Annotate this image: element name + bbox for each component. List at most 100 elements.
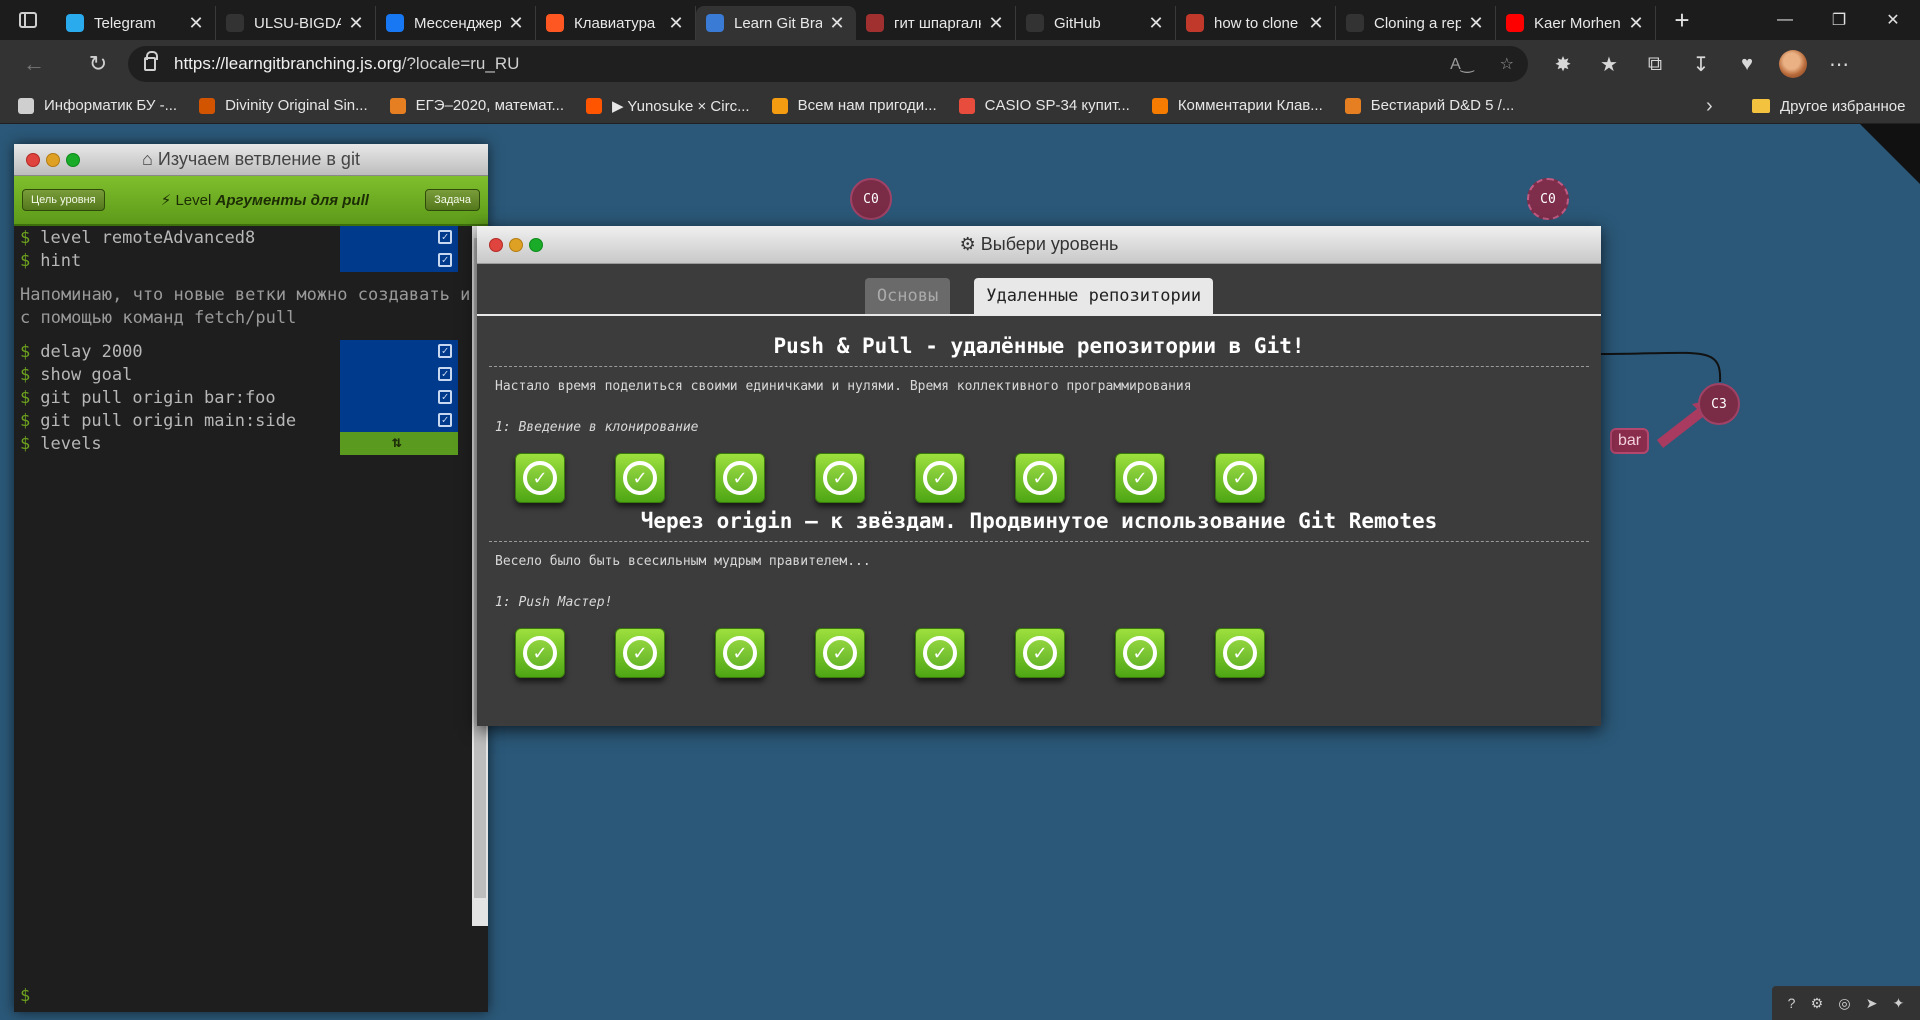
level-button[interactable]: ✓	[1015, 453, 1065, 503]
more-menu-icon[interactable]: ⋯	[1816, 40, 1862, 88]
close-window-button[interactable]: ✕	[1866, 0, 1920, 40]
level-button[interactable]: ✓	[1115, 453, 1165, 503]
bookmark-item[interactable]: Комментарии Клав...	[1151, 97, 1323, 114]
close-dot[interactable]	[489, 238, 503, 252]
tab-close-icon[interactable]: ✕	[347, 13, 365, 34]
tab-close-icon[interactable]: ✕	[1627, 13, 1645, 34]
command-status: ✓	[340, 226, 458, 249]
extensions-icon[interactable]: ✸	[1540, 40, 1586, 88]
command-text: delay 2000	[40, 341, 143, 362]
browser-tab[interactable]: Telegram ✕	[56, 6, 216, 40]
browser-tab[interactable]: Kaer Morhen ✕	[1496, 6, 1656, 40]
commit-node[interactable]: C3	[1698, 383, 1740, 425]
bookmark-item[interactable]: ЕГЭ–2020, математ...	[389, 97, 564, 114]
bookmark-item[interactable]: Divinity Original Sin...	[199, 97, 368, 114]
level-goal-button[interactable]: Цель уровня	[22, 189, 105, 211]
command-row: $ level remoteAdvanced8 ✓	[14, 226, 488, 249]
level-button[interactable]: ✓	[915, 453, 965, 503]
level-button[interactable]: ✓	[1215, 628, 1265, 678]
terminal-output: $ level remoteAdvanced8 ✓ $ hint ✓ Напоминаю,…	[14, 226, 488, 1012]
globe-icon[interactable]: ◎	[1838, 995, 1850, 1012]
collections-icon[interactable]: ⧉	[1632, 40, 1678, 88]
browser-tab[interactable]: Клавиатура ✕	[536, 6, 696, 40]
level-button[interactable]: ✓	[1015, 628, 1065, 678]
dialog-window-dots	[489, 238, 543, 252]
level-button[interactable]: ✓	[815, 453, 865, 503]
tab-close-icon[interactable]: ✕	[987, 13, 1005, 34]
other-bookmarks-label: Другое избранное	[1780, 97, 1906, 115]
restore-button[interactable]: ❐	[1812, 0, 1866, 40]
profile-button[interactable]	[1770, 40, 1816, 88]
checkbox-icon: ✓	[438, 367, 452, 381]
browser-tab[interactable]: how to clone ✕	[1176, 6, 1336, 40]
minimize-dot[interactable]	[46, 153, 60, 167]
commit-node[interactable]: C0	[850, 178, 892, 220]
maximize-dot[interactable]	[529, 238, 543, 252]
browser-tab[interactable]: гит шпаргалка ✕	[856, 6, 1016, 40]
level-button[interactable]: ✓	[715, 628, 765, 678]
tab-close-icon[interactable]: ✕	[507, 13, 525, 34]
branch-label[interactable]: bar	[1610, 428, 1650, 454]
browser-tab[interactable]: Cloning a repo ✕	[1336, 6, 1496, 40]
dialog-tab[interactable]: Основы	[864, 278, 951, 314]
tab-close-icon[interactable]: ✕	[828, 13, 846, 34]
new-tab-button[interactable]: +	[1662, 0, 1702, 40]
tab-close-icon[interactable]: ✕	[1467, 13, 1485, 34]
level-button[interactable]: ✓	[1215, 453, 1265, 503]
settings-icon[interactable]: ⚙	[1811, 995, 1824, 1012]
tab-actions-button[interactable]	[0, 0, 56, 40]
back-button[interactable]: ←	[12, 44, 56, 84]
prompt: $	[20, 250, 31, 271]
tab-close-icon[interactable]: ✕	[667, 13, 685, 34]
command-text: levels	[40, 433, 102, 454]
bookmark-item[interactable]: Всем нам пригоди...	[771, 97, 937, 114]
tab-actions-icon	[19, 12, 37, 28]
health-icon[interactable]: ♥	[1724, 40, 1770, 88]
level-button[interactable]: ✓	[615, 453, 665, 503]
favorites-icon[interactable]: ★	[1586, 40, 1632, 88]
level-button[interactable]: ✓	[815, 628, 865, 678]
minimize-button[interactable]: —	[1758, 0, 1812, 40]
rocket-icon[interactable]: ➤	[1866, 995, 1878, 1012]
bookmark-item[interactable]: CASIO SP-34 купит...	[958, 97, 1130, 114]
dialog-tab[interactable]: Удаленные репозитории	[974, 278, 1214, 314]
read-aloud-icon[interactable]: A‿	[1450, 54, 1474, 74]
url-box[interactable]: https://learngitbranching.js.org/?locale…	[128, 46, 1528, 82]
bookmark-item[interactable]: Информатик БУ -...	[18, 97, 177, 114]
tabs: Telegram✕ULSU-BIGDATA✕Мессенджер✕Клавиат…	[56, 0, 1656, 40]
level-button[interactable]: ✓	[915, 628, 965, 678]
command-input[interactable]: $	[20, 986, 30, 1006]
bookmark-item[interactable]: ▶ Yunosuke × Circ...	[586, 97, 750, 115]
pin-corner[interactable]	[1860, 124, 1920, 184]
browser-tab[interactable]: GitHub ✕	[1016, 6, 1176, 40]
tab-close-icon[interactable]: ✕	[1147, 13, 1165, 34]
level-button[interactable]: ✓	[515, 453, 565, 503]
downloads-icon[interactable]: ↧	[1678, 40, 1724, 88]
twitter-icon[interactable]: ✦	[1893, 995, 1905, 1012]
level-button[interactable]: ✓	[515, 628, 565, 678]
browser-tab[interactable]: Learn Git Branching ✕	[696, 6, 856, 40]
terminal-titlebar: ⌂ Изучаем ветвление в git	[14, 144, 488, 176]
avatar	[1779, 50, 1807, 78]
level-button[interactable]: ✓	[615, 628, 665, 678]
url-text[interactable]: https://learngitbranching.js.org/?locale…	[174, 54, 519, 74]
add-favorite-icon[interactable]: ☆	[1500, 54, 1514, 74]
level-button[interactable]: ✓	[1115, 628, 1165, 678]
close-dot[interactable]	[26, 153, 40, 167]
dialog-tabs: Основы Удаленные репозитории	[477, 264, 1601, 316]
browser-tab[interactable]: Мессенджер ✕	[376, 6, 536, 40]
bookmark-item[interactable]: Бестиарий D&D 5 /...	[1344, 97, 1514, 114]
other-bookmarks-folder[interactable]: Другое избранное	[1752, 88, 1905, 124]
task-button[interactable]: Задача	[425, 189, 480, 211]
bookmarks-overflow-chevron-icon[interactable]: ›	[1706, 88, 1713, 124]
tab-close-icon[interactable]: ✕	[187, 13, 205, 34]
minimize-dot[interactable]	[509, 238, 523, 252]
maximize-dot[interactable]	[66, 153, 80, 167]
tab-label: how to clone	[1214, 14, 1299, 32]
help-icon[interactable]: ?	[1788, 995, 1796, 1011]
tab-close-icon[interactable]: ✕	[1307, 13, 1325, 34]
refresh-button[interactable]: ↻	[76, 44, 120, 84]
level-button[interactable]: ✓	[715, 453, 765, 503]
browser-tab[interactable]: ULSU-BIGDATA ✕	[216, 6, 376, 40]
commit-node-remote[interactable]: C0	[1527, 178, 1569, 220]
